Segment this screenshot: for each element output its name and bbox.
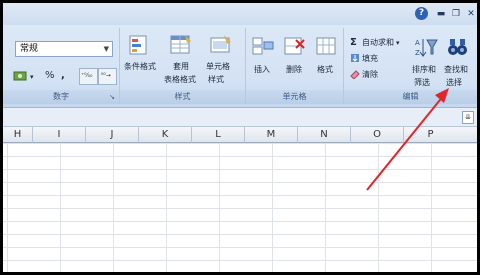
excel-window: ? ▬ ❐ ✕ 常规 ▼ ▾ % , ⁺⁰⁄₀₀ ⁰⁰→ 数字 ↘ 条件格式 套… xyxy=(3,3,477,272)
annotation-arrow xyxy=(366,88,449,191)
